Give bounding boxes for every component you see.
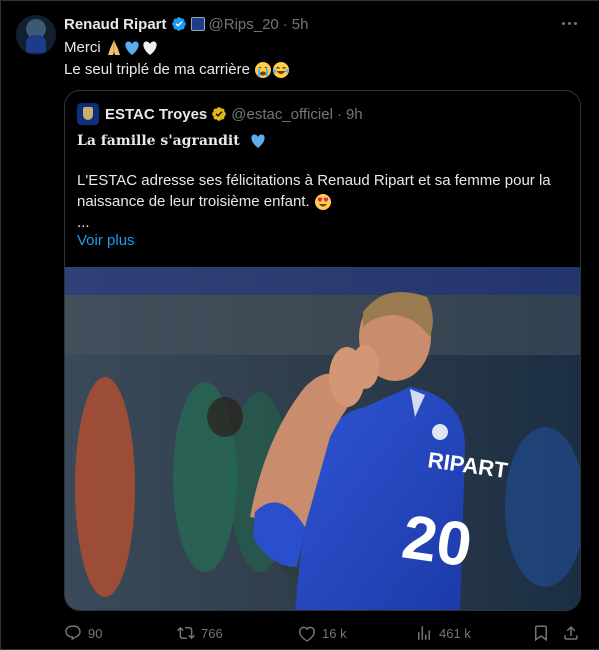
quoted-ellipsis: ... xyxy=(77,214,90,231)
tweet-text-line-1: Merci xyxy=(64,37,290,59)
reply-count: 90 xyxy=(88,625,103,641)
tweet-text-line-2-text: Le seul triplé de ma carrière xyxy=(64,61,250,78)
reply-button[interactable]: 90 xyxy=(64,621,102,645)
estac-logo-icon[interactable] xyxy=(77,103,99,125)
repost-count: 766 xyxy=(201,625,223,641)
repost-button[interactable]: 766 xyxy=(177,621,223,645)
bookmark-icon xyxy=(535,625,547,642)
tweet-text-line-1-text: Merci xyxy=(64,39,101,56)
crying-face-icon xyxy=(255,62,272,79)
verified-badge-icon xyxy=(171,17,186,31)
quoted-tweet[interactable]: ESTAC Troyes @estac_officiel · 9h La fam… xyxy=(64,90,581,611)
blue-heart-icon xyxy=(125,41,139,56)
repost-icon xyxy=(177,626,195,640)
share-icon xyxy=(564,625,578,640)
quoted-title-text: La famille s'agrandit xyxy=(77,133,240,149)
views-icon xyxy=(418,626,430,640)
like-count: 16 k xyxy=(322,625,347,641)
quoted-separator-dot: · xyxy=(336,105,342,123)
heart-eyes-face-icon xyxy=(314,194,331,211)
views-count: 461 k xyxy=(439,625,471,641)
tears-of-joy-face-icon xyxy=(272,62,290,79)
reply-icon xyxy=(65,625,81,641)
quoted-author-name[interactable]: ESTAC Troyes xyxy=(105,106,207,123)
more-options-icon[interactable] xyxy=(557,13,581,33)
player-photo: RIPART 20 xyxy=(65,267,580,610)
share-button[interactable] xyxy=(562,621,586,645)
folded-hands-icon xyxy=(107,40,120,56)
tweet-text-line-2: Le seul triplé de ma carrière xyxy=(64,59,290,81)
see-more-link[interactable]: Voir plus xyxy=(77,232,135,249)
jersey-number: 20 xyxy=(398,503,476,581)
bookmark-button[interactable] xyxy=(532,621,556,645)
quoted-author-handle[interactable]: @estac_officiel xyxy=(231,106,333,123)
quoted-header: ESTAC Troyes @estac_officiel · 9h xyxy=(77,103,363,125)
action-bar: 90 766 16 k 461 k xyxy=(64,621,584,645)
tweet-header: Renaud Ripart @Rips_20 · 5h xyxy=(64,13,308,35)
quoted-body: L'ESTAC adresse ses félicitations à Rena… xyxy=(77,170,567,233)
tweet-text: Merci Le seul triplé de ma carrière xyxy=(64,37,290,81)
gold-verified-badge-icon xyxy=(212,107,227,121)
views-button[interactable]: 461 k xyxy=(415,621,471,645)
author-handle[interactable]: @Rips_20 xyxy=(209,16,279,33)
affiliate-badge-icon xyxy=(190,17,205,31)
blue-heart-icon xyxy=(250,134,265,148)
timestamp[interactable]: 5h xyxy=(292,16,309,33)
quoted-timestamp[interactable]: 9h xyxy=(346,106,363,123)
quoted-title: La famille s'agrandit xyxy=(77,132,267,150)
heart-icon xyxy=(298,626,316,642)
separator-dot: · xyxy=(282,15,288,33)
author-avatar[interactable] xyxy=(16,15,56,55)
like-button[interactable]: 16 k xyxy=(298,621,347,645)
quoted-photo[interactable]: RIPART 20 xyxy=(65,267,580,610)
white-heart-icon xyxy=(143,41,157,56)
author-name[interactable]: Renaud Ripart xyxy=(64,16,167,33)
tweet[interactable]: Renaud Ripart @Rips_20 · 5h Merci Le seu… xyxy=(0,0,599,650)
